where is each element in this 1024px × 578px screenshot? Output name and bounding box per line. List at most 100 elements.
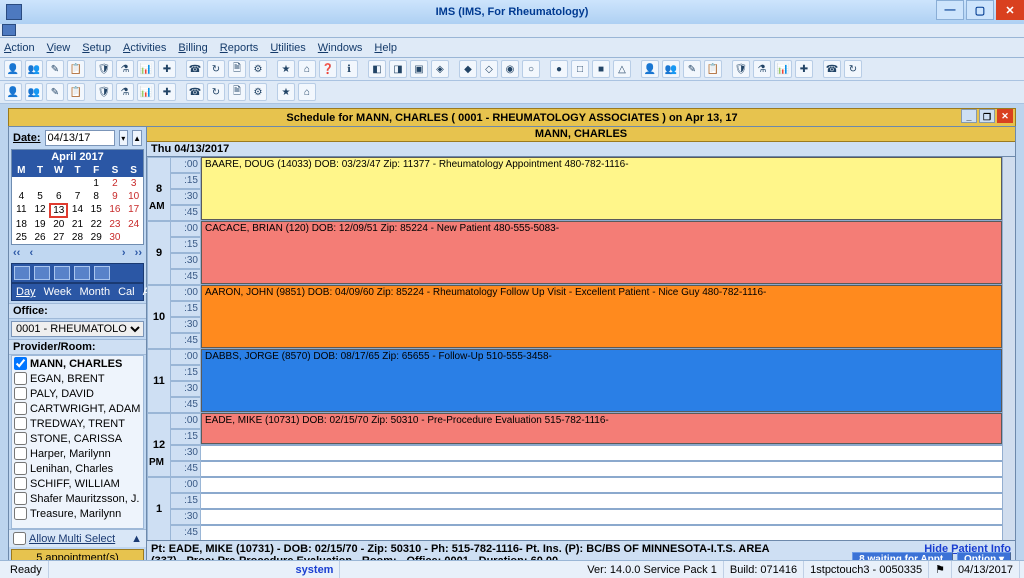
- toolbar-icon[interactable]: 👤: [4, 83, 22, 101]
- provider-item[interactable]: Shafer Mauritzsson, J.: [12, 491, 143, 506]
- cal-day[interactable]: 4: [12, 190, 31, 203]
- provider-checkbox[interactable]: [14, 357, 27, 370]
- menu-action[interactable]: Action: [4, 42, 35, 54]
- schedule-scrollbar[interactable]: [1002, 157, 1015, 540]
- menu-activities[interactable]: Activities: [123, 42, 166, 54]
- toolbar-icon[interactable]: ⌂: [298, 60, 316, 78]
- toolbar-icon[interactable]: 📊: [137, 60, 155, 78]
- cal-day[interactable]: 22: [87, 218, 106, 231]
- cal-day[interactable]: 30: [106, 231, 125, 244]
- calendar[interactable]: April 2017 MTWTFSS1234567891011121314151…: [11, 149, 144, 245]
- toolbar-icon[interactable]: ⚙: [249, 83, 267, 101]
- provider-checkbox[interactable]: [14, 447, 27, 460]
- toolbar-icon[interactable]: ✎: [683, 60, 701, 78]
- provider-checkbox[interactable]: [14, 507, 27, 520]
- schedule-scroll[interactable]: AM PM 8:00:15:30:459:00:15:30:4510:00:15…: [147, 157, 1015, 540]
- cal-day[interactable]: 6: [49, 190, 68, 203]
- toolbar-icon[interactable]: ✚: [795, 60, 813, 78]
- multi-spin-icon[interactable]: ▲: [131, 533, 142, 545]
- toolbar-icon[interactable]: □: [571, 60, 589, 78]
- toolbar-icon[interactable]: ◆: [459, 60, 477, 78]
- toolbar-icon[interactable]: ✚: [158, 83, 176, 101]
- toolbar-icon[interactable]: 🗎: [228, 83, 246, 101]
- toolbar-icon[interactable]: 🛡: [95, 60, 113, 78]
- toolbar-icon[interactable]: 📋: [67, 83, 85, 101]
- toolbar-icon[interactable]: ❓: [319, 60, 337, 78]
- time-slot[interactable]: [201, 461, 1015, 477]
- menu-utilities[interactable]: Utilities: [270, 42, 305, 54]
- toolbar-icon[interactable]: ✚: [158, 60, 176, 78]
- view-tab-month[interactable]: Month: [77, 286, 112, 298]
- menu-windows[interactable]: Windows: [318, 42, 363, 54]
- toolbar-icon[interactable]: ☎: [186, 83, 204, 101]
- cal-day[interactable]: 8: [87, 190, 106, 203]
- menu-view[interactable]: View: [47, 42, 71, 54]
- toolbar-icon[interactable]: ☎: [186, 60, 204, 78]
- cal-prev-many[interactable]: ‹‹ ‹: [13, 247, 33, 259]
- toolbar-icon[interactable]: ◨: [389, 60, 407, 78]
- cal-next-many[interactable]: › ››: [122, 247, 142, 259]
- cal-day[interactable]: 1: [87, 177, 106, 190]
- toolbar-icon[interactable]: △: [613, 60, 631, 78]
- toolbar-icon[interactable]: ◇: [480, 60, 498, 78]
- doc-close-button[interactable]: ✕: [997, 109, 1013, 123]
- toolbar-icon[interactable]: ℹ: [340, 60, 358, 78]
- cal-day[interactable]: 9: [106, 190, 125, 203]
- cal-day[interactable]: 25: [12, 231, 31, 244]
- toolbar-icon[interactable]: ★: [277, 83, 295, 101]
- toolbar-icon[interactable]: ◈: [431, 60, 449, 78]
- toolbar-icon[interactable]: 📊: [137, 83, 155, 101]
- view-icon-5[interactable]: [94, 266, 110, 280]
- date-input[interactable]: [45, 130, 115, 146]
- appointment[interactable]: AARON, JOHN (9851) DOB: 04/09/60 Zip: 85…: [201, 285, 1002, 348]
- toolbar-icon[interactable]: 📋: [67, 60, 85, 78]
- toolbar-icon[interactable]: ↻: [207, 60, 225, 78]
- provider-checkbox[interactable]: [14, 417, 27, 430]
- provider-item[interactable]: SCHIFF, WILLIAM: [12, 476, 143, 491]
- provider-checkbox[interactable]: [14, 462, 27, 475]
- provider-checkbox[interactable]: [14, 492, 27, 505]
- cal-day[interactable]: 27: [49, 231, 68, 244]
- toolbar-icon[interactable]: ⚗: [753, 60, 771, 78]
- provider-item[interactable]: EGAN, BRENT: [12, 371, 143, 386]
- provider-checkbox[interactable]: [14, 432, 27, 445]
- provider-checkbox[interactable]: [14, 372, 27, 385]
- time-slot[interactable]: [201, 477, 1015, 493]
- time-slot[interactable]: [201, 493, 1015, 509]
- toolbar-icon[interactable]: ⚗: [116, 60, 134, 78]
- menu-setup[interactable]: Setup: [82, 42, 111, 54]
- provider-item[interactable]: Harper, Marilynn: [12, 446, 143, 461]
- cal-day[interactable]: 20: [49, 218, 68, 231]
- toolbar-icon[interactable]: ◧: [368, 60, 386, 78]
- toolbar-icon[interactable]: ☎: [823, 60, 841, 78]
- appointment[interactable]: CACACE, BRIAN (120) DOB: 12/09/51 Zip: 8…: [201, 221, 1002, 284]
- provider-checkbox[interactable]: [14, 402, 27, 415]
- minimize-button[interactable]: —: [936, 0, 964, 20]
- office-dropdown[interactable]: 0001 - RHEUMATOLOGY ASSOCIATES: [11, 321, 144, 337]
- toolbar-icon[interactable]: ⚗: [116, 83, 134, 101]
- date-spin-button[interactable]: ▲: [132, 130, 142, 146]
- provider-item[interactable]: Lenihan, Charles: [12, 461, 143, 476]
- toolbar-icon[interactable]: ▣: [410, 60, 428, 78]
- cal-day[interactable]: 3: [124, 177, 143, 190]
- view-icon-4[interactable]: [74, 266, 90, 280]
- cal-day[interactable]: 29: [87, 231, 106, 244]
- toolbar-icon[interactable]: ◉: [501, 60, 519, 78]
- toolbar-icon[interactable]: ★: [277, 60, 295, 78]
- toolbar-icon[interactable]: ↻: [844, 60, 862, 78]
- cal-day[interactable]: 18: [12, 218, 31, 231]
- provider-item[interactable]: TREDWAY, TRENT: [12, 416, 143, 431]
- cal-day[interactable]: 16: [106, 203, 125, 218]
- cal-day[interactable]: 2: [106, 177, 125, 190]
- view-icon-3[interactable]: [54, 266, 70, 280]
- provider-item[interactable]: Treasure, Marilynn: [12, 506, 143, 521]
- cal-day[interactable]: 11: [12, 203, 31, 218]
- view-tab-day[interactable]: Day: [14, 286, 38, 298]
- toolbar-icon[interactable]: 👤: [641, 60, 659, 78]
- provider-item[interactable]: CARTWRIGHT, ADAM: [12, 401, 143, 416]
- view-icon-1[interactable]: [14, 266, 30, 280]
- toolbar-icon[interactable]: ●: [550, 60, 568, 78]
- menu-reports[interactable]: Reports: [220, 42, 259, 54]
- cal-day[interactable]: 5: [31, 190, 50, 203]
- cal-day[interactable]: 14: [68, 203, 87, 218]
